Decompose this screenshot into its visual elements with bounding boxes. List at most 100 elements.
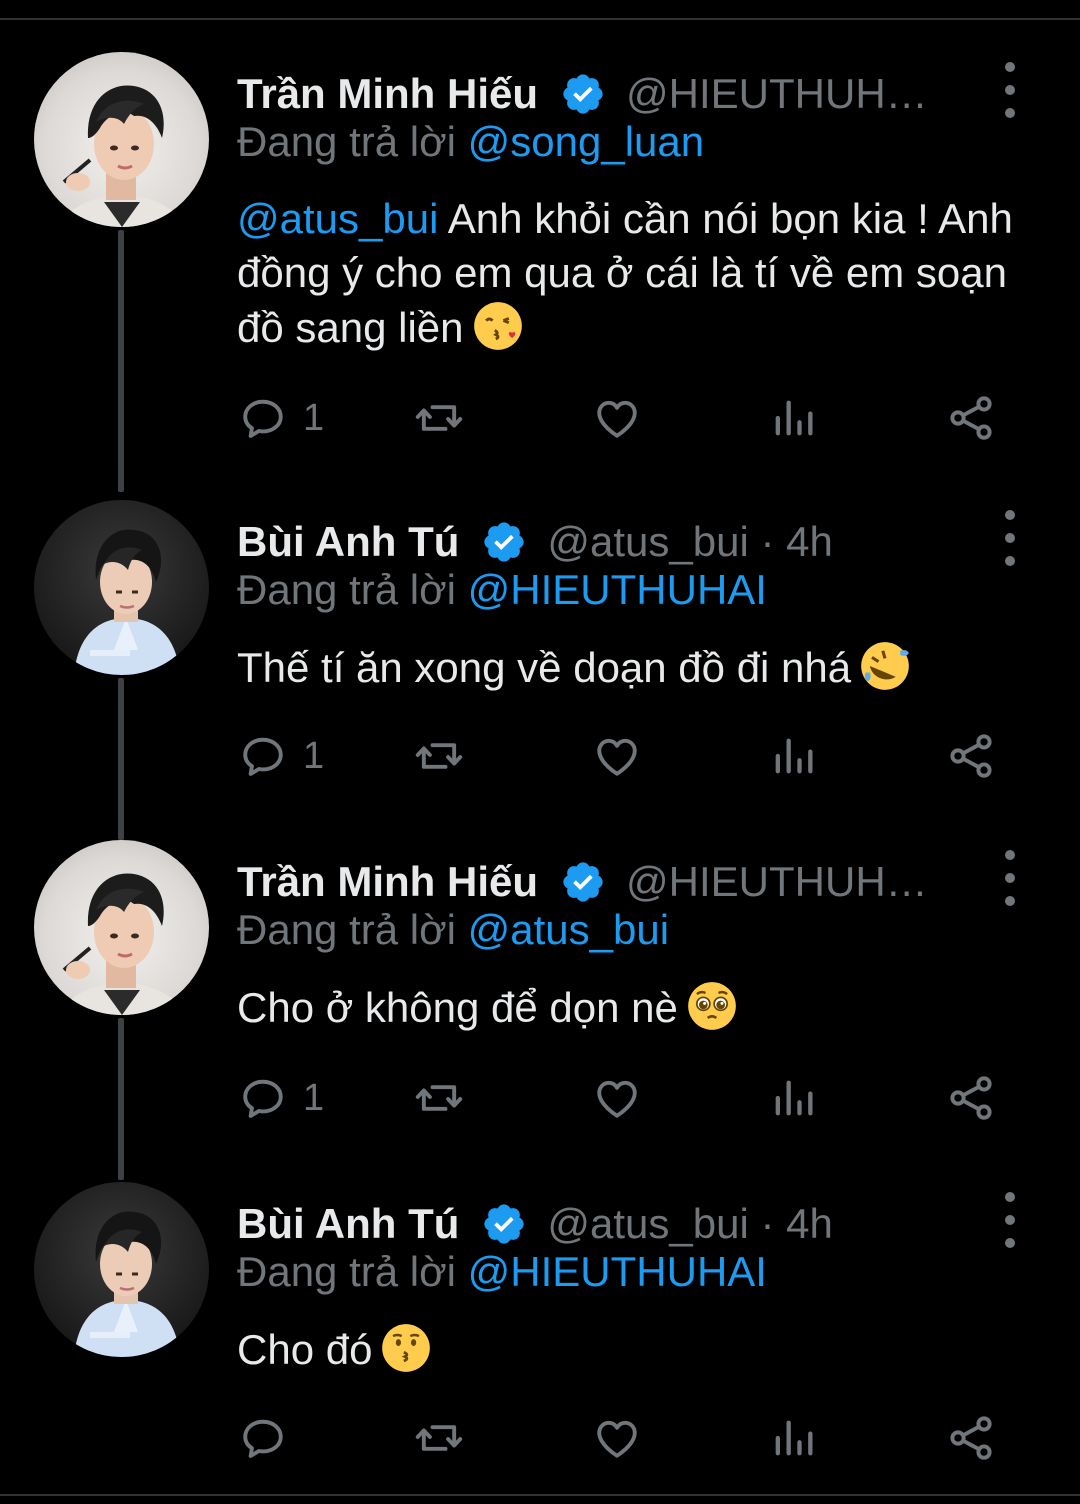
tweet-actions: 1	[237, 388, 1007, 448]
share-icon	[945, 1072, 997, 1124]
replying-to: Đang trả lời @atus_bui	[237, 906, 670, 953]
bottom-divider	[0, 1494, 1080, 1496]
profile-photo-icon	[34, 500, 209, 675]
like-icon	[591, 392, 643, 444]
retweet-icon	[413, 1412, 465, 1464]
share-button[interactable]	[945, 1408, 997, 1468]
retweet-button[interactable]	[413, 388, 465, 448]
avatar[interactable]	[34, 840, 209, 1015]
mention-link[interactable]: @atus_bui	[237, 195, 438, 242]
tweet-3[interactable]: Trần Minh Hiếu @HIEUTHUH… Đang trả lời @…	[0, 840, 1080, 1180]
like-icon	[591, 1412, 643, 1464]
retweet-button[interactable]	[413, 726, 465, 786]
views-button[interactable]	[767, 388, 819, 448]
reply-to-link[interactable]: @atus_bui	[468, 906, 669, 953]
author-handle[interactable]: @atus_bui · 4h	[547, 1200, 832, 1248]
pleading-face-icon	[686, 980, 738, 1032]
retweet-icon	[413, 730, 465, 782]
avatar[interactable]	[34, 500, 209, 675]
verified-badge-icon	[560, 71, 606, 117]
like-button[interactable]	[591, 726, 643, 786]
reply-icon	[237, 730, 289, 782]
author-handle[interactable]: @HIEUTHUH…	[626, 858, 928, 906]
reply-button[interactable]: 1	[237, 726, 324, 786]
avatar[interactable]	[34, 1182, 209, 1357]
author-name[interactable]: Bùi Anh Tú	[237, 518, 459, 566]
author-name[interactable]: Bùi Anh Tú	[237, 1200, 459, 1248]
views-button[interactable]	[767, 1068, 819, 1128]
share-icon	[945, 730, 997, 782]
reply-to-link[interactable]: @song_luan	[468, 118, 704, 165]
replying-to: Đang trả lời @HIEUTHUHAI	[237, 566, 767, 613]
author-name[interactable]: Trần Minh Hiếu	[237, 70, 538, 118]
thread-connector	[118, 1018, 124, 1180]
thread-connector	[118, 230, 124, 492]
share-button[interactable]	[945, 1068, 997, 1128]
timestamp: · 4h	[748, 1200, 833, 1247]
like-button[interactable]	[591, 1068, 643, 1128]
tweet-actions	[237, 1408, 1007, 1468]
retweet-button[interactable]	[413, 1068, 465, 1128]
more-options-icon[interactable]	[996, 850, 1024, 906]
more-options-icon[interactable]	[996, 510, 1024, 566]
tweet-1[interactable]: Trần Minh Hiếu @HIEUTHUH… Đang trả lời @…	[0, 52, 1080, 492]
kissing-face-icon	[380, 1322, 432, 1374]
tweet-text: Cho đó	[237, 1322, 1027, 1377]
views-button[interactable]	[767, 726, 819, 786]
like-icon	[591, 1072, 643, 1124]
rolling-on-floor-laughing-icon	[859, 640, 911, 692]
reply-button[interactable]	[237, 1408, 303, 1468]
profile-photo-icon	[34, 1182, 209, 1357]
reply-icon	[237, 1072, 289, 1124]
retweet-icon	[413, 1072, 465, 1124]
share-icon	[945, 1412, 997, 1464]
top-divider	[0, 18, 1080, 20]
like-button[interactable]	[591, 388, 643, 448]
tweet-actions: 1	[237, 1068, 1007, 1128]
author-handle[interactable]: @atus_bui · 4h	[547, 518, 832, 566]
reply-to-link[interactable]: @HIEUTHUHAI	[468, 1248, 767, 1295]
replying-to: Đang trả lời @HIEUTHUHAI	[237, 1248, 767, 1295]
timestamp: · 4h	[748, 518, 833, 565]
tweet-actions: 1	[237, 726, 1007, 786]
reply-button[interactable]: 1	[237, 388, 324, 448]
reply-icon	[237, 392, 289, 444]
profile-photo-icon	[34, 52, 209, 227]
tweet-text: @atus_bui Anh khỏi cần nói bọn kia ! Anh…	[237, 195, 1013, 352]
tweet-text: Cho ở không để dọn nè	[237, 980, 1027, 1035]
views-button[interactable]	[767, 1408, 819, 1468]
reply-count: 1	[303, 734, 325, 777]
share-button[interactable]	[945, 388, 997, 448]
retweet-button[interactable]	[413, 1408, 465, 1468]
verified-badge-icon	[481, 1201, 527, 1247]
reply-count: 1	[303, 396, 325, 439]
reply-icon	[237, 1412, 289, 1464]
tweet-header: Bùi Anh Tú @atus_bui · 4h	[237, 1196, 833, 1252]
tweet-header: Trần Minh Hiếu @HIEUTHUH…	[237, 66, 928, 122]
avatar[interactable]	[34, 52, 209, 227]
author-handle[interactable]: @HIEUTHUH…	[626, 70, 928, 118]
reply-button[interactable]: 1	[237, 1068, 324, 1128]
author-name[interactable]: Trần Minh Hiếu	[237, 858, 538, 906]
more-options-icon[interactable]	[996, 62, 1024, 118]
like-icon	[591, 730, 643, 782]
tweet-header: Trần Minh Hiếu @HIEUTHUH…	[237, 854, 928, 910]
thread-connector	[118, 678, 124, 840]
reply-to-link[interactable]: @HIEUTHUHAI	[468, 566, 767, 613]
more-options-icon[interactable]	[996, 1192, 1024, 1248]
views-icon	[767, 730, 819, 782]
tweet-4[interactable]: Bùi Anh Tú @atus_bui · 4h Đang trả lời @…	[0, 1182, 1080, 1482]
share-icon	[945, 392, 997, 444]
profile-photo-icon	[34, 840, 209, 1015]
share-button[interactable]	[945, 726, 997, 786]
views-icon	[767, 1072, 819, 1124]
verified-badge-icon	[481, 519, 527, 565]
views-icon	[767, 392, 819, 444]
like-button[interactable]	[591, 1408, 643, 1468]
retweet-icon	[413, 392, 465, 444]
tweet-2[interactable]: Bùi Anh Tú @atus_bui · 4h Đang trả lời @…	[0, 500, 1080, 840]
face-throwing-kiss-icon	[472, 300, 524, 352]
tweet-text: Thế tí ăn xong về doạn đồ đi nhá	[237, 640, 1027, 695]
replying-to: Đang trả lời @song_luan	[237, 118, 705, 165]
views-icon	[767, 1412, 819, 1464]
